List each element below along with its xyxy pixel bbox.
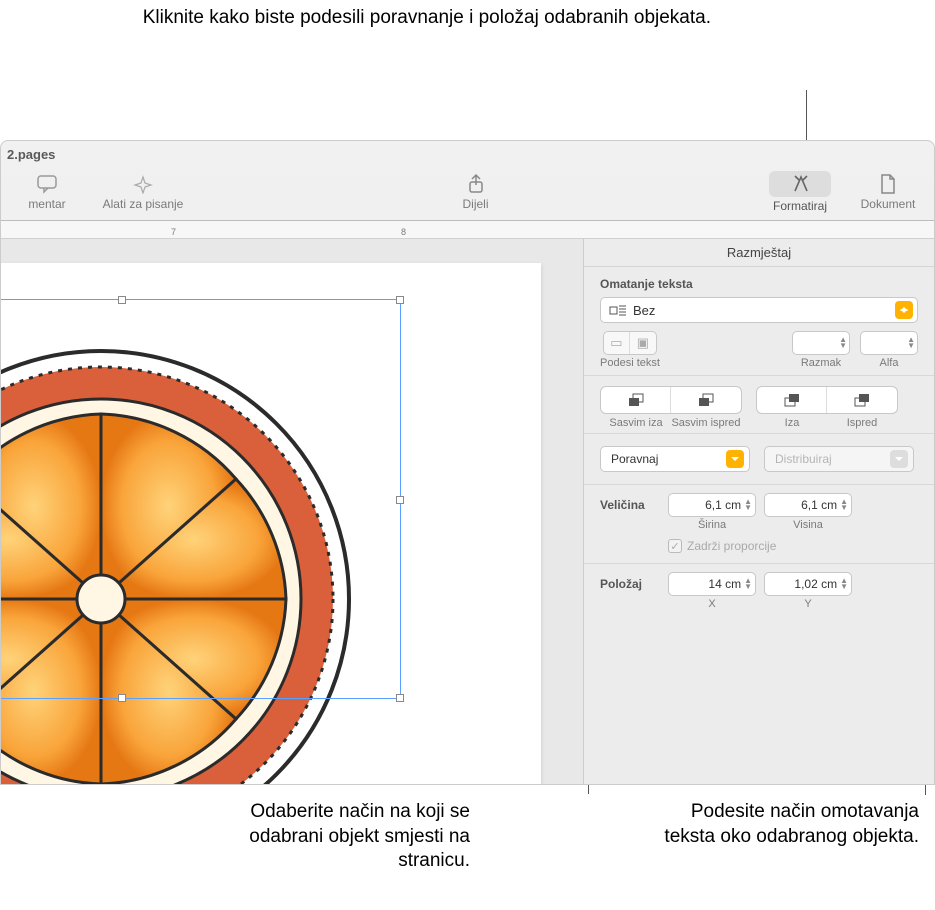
send-to-back-button[interactable]	[601, 387, 671, 413]
toolbar-label: Dokument	[861, 197, 916, 211]
popup-label: Poravnaj	[611, 452, 658, 466]
resize-handle[interactable]	[118, 296, 126, 304]
selection-box	[1, 299, 401, 699]
window-title: 2.pages	[1, 141, 934, 167]
toolbar-label: Formatiraj	[773, 199, 827, 213]
resize-handle[interactable]	[396, 496, 404, 504]
popup-arrow-icon	[895, 301, 913, 319]
toolbar-label: Alati za pisanje	[103, 197, 184, 211]
position-row: Položaj 14 cm ▲▼ 1,02 cm ▲▼	[584, 564, 934, 598]
text-fit-segmented[interactable]: ▭ ▣	[603, 331, 657, 355]
spacing-field[interactable]: ▲▼	[792, 331, 850, 355]
text-wrap-popup[interactable]: Bez	[600, 297, 918, 323]
wrap-none-icon	[609, 303, 627, 317]
layer-label: Sasvim ispred	[671, 417, 741, 429]
share-icon	[462, 173, 490, 195]
field-value: 6,1 cm	[705, 498, 741, 512]
constrain-proportions-checkbox[interactable]: ✓ Zadrži proporcije	[584, 537, 934, 563]
ruler-mark: 8	[401, 227, 406, 237]
comment-icon	[33, 173, 61, 195]
distribute-popup[interactable]: Distribuiraj	[764, 446, 914, 472]
layer-label: Sasvim iza	[601, 417, 671, 429]
checkbox-label: Zadrži proporcije	[687, 539, 776, 553]
field-value: 6,1 cm	[801, 498, 837, 512]
stepper-icon: ▲▼	[840, 499, 848, 511]
callout-object-placement: Odaberite način na koji se odabrani obje…	[200, 800, 470, 874]
x-field[interactable]: 14 cm ▲▼	[668, 572, 756, 596]
height-field[interactable]: 6,1 cm ▲▼	[764, 493, 852, 517]
stepper-icon: ▲▼	[907, 337, 915, 349]
inspector-tab-arrange[interactable]: Razmještaj	[584, 239, 934, 267]
position-label: Položaj	[600, 577, 660, 591]
field-label: Visina	[764, 519, 852, 531]
writing-tools-button[interactable]: Alati za pisanje	[93, 173, 193, 211]
field-value: 14 cm	[708, 577, 741, 591]
document-canvas[interactable]	[1, 239, 583, 784]
popup-arrow-icon	[890, 450, 908, 468]
popup-value: Bez	[633, 303, 655, 318]
fit-option-icon: ▭	[604, 332, 630, 354]
stepper-icon: ▲▼	[839, 337, 847, 349]
stepper-icon: ▲▼	[840, 578, 848, 590]
fit-option-icon: ▣	[630, 332, 656, 354]
field-label: Y	[764, 598, 852, 610]
format-button[interactable]: Formatiraj	[758, 171, 842, 213]
layer-label: Iza	[757, 417, 827, 429]
resize-handle[interactable]	[396, 694, 404, 702]
field-label: Podesi tekst	[600, 357, 660, 369]
send-backward-button[interactable]	[757, 387, 827, 413]
popup-label: Distribuiraj	[775, 452, 832, 466]
size-label: Veličina	[600, 498, 660, 512]
layer-order-section: Sasvim iza Sasvim ispred Iza	[584, 376, 934, 434]
field-label: Alfa	[880, 357, 899, 369]
popup-arrow-icon	[726, 450, 744, 468]
field-value: 1,02 cm	[794, 577, 837, 591]
bring-to-front-button[interactable]	[671, 387, 741, 413]
checkbox-icon: ✓	[668, 539, 682, 553]
ruler: 7 8	[1, 221, 934, 239]
callout-text-wrap: Podesite način omotavanja teksta oko oda…	[659, 800, 919, 849]
toolbar-label: Dijeli	[462, 197, 488, 211]
toolbar: mentar Alati za pisanje Dijeli Formatira…	[1, 167, 934, 221]
resize-handle[interactable]	[396, 296, 404, 304]
ruler-mark: 7	[171, 227, 176, 237]
width-field[interactable]: 6,1 cm ▲▼	[668, 493, 756, 517]
y-field[interactable]: 1,02 cm ▲▼	[764, 572, 852, 596]
field-label: Širina	[668, 519, 756, 531]
size-row: Veličina 6,1 cm ▲▼ 6,1 cm ▲▼	[584, 485, 934, 519]
field-label: X	[668, 598, 756, 610]
resize-handle[interactable]	[118, 694, 126, 702]
field-label: Razmak	[801, 357, 841, 369]
share-button[interactable]: Dijeli	[434, 173, 518, 211]
format-inspector: Razmještaj Omatanje teksta Bez ▭ ▣ Podes…	[583, 239, 934, 784]
align-popup[interactable]: Poravnaj	[600, 446, 750, 472]
callout-format-button: Kliknite kako biste podesili poravnanje …	[143, 6, 711, 31]
stepper-icon: ▲▼	[744, 499, 752, 511]
section-title: Omatanje teksta	[600, 277, 918, 291]
bring-forward-button[interactable]	[827, 387, 897, 413]
comment-button[interactable]: mentar	[5, 173, 89, 211]
toolbar-label: mentar	[28, 197, 65, 211]
document-button[interactable]: Dokument	[846, 173, 930, 211]
layer-label: Ispred	[827, 417, 897, 429]
app-window: 2.pages mentar Alati za pisanje Dijeli	[0, 140, 935, 785]
document-icon	[874, 173, 902, 195]
alpha-field[interactable]: ▲▼	[860, 331, 918, 355]
format-icon	[769, 171, 831, 197]
text-wrap-section: Omatanje teksta Bez ▭ ▣ Podesi tekst	[584, 267, 934, 376]
sparkle-icon	[129, 173, 157, 195]
stepper-icon: ▲▼	[744, 578, 752, 590]
